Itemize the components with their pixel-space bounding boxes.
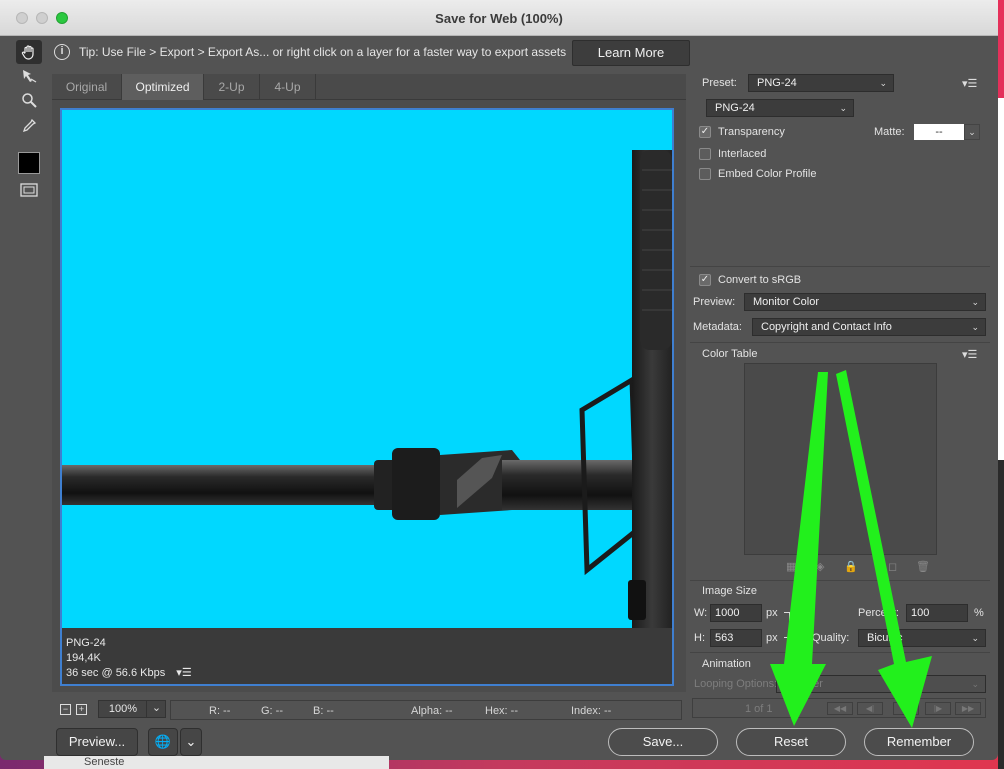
desktop-background-right: [998, 0, 1004, 769]
finder-sidebar-peek: Seneste: [44, 756, 389, 769]
save-for-web-window: Save for Web (100%) i Tip: Use File > Ex…: [0, 0, 998, 760]
arrow-to-reset: [770, 372, 828, 726]
finder-item-label: Seneste: [84, 756, 125, 768]
arrow-to-remember: [836, 370, 932, 728]
annotation-arrows: [770, 370, 932, 728]
